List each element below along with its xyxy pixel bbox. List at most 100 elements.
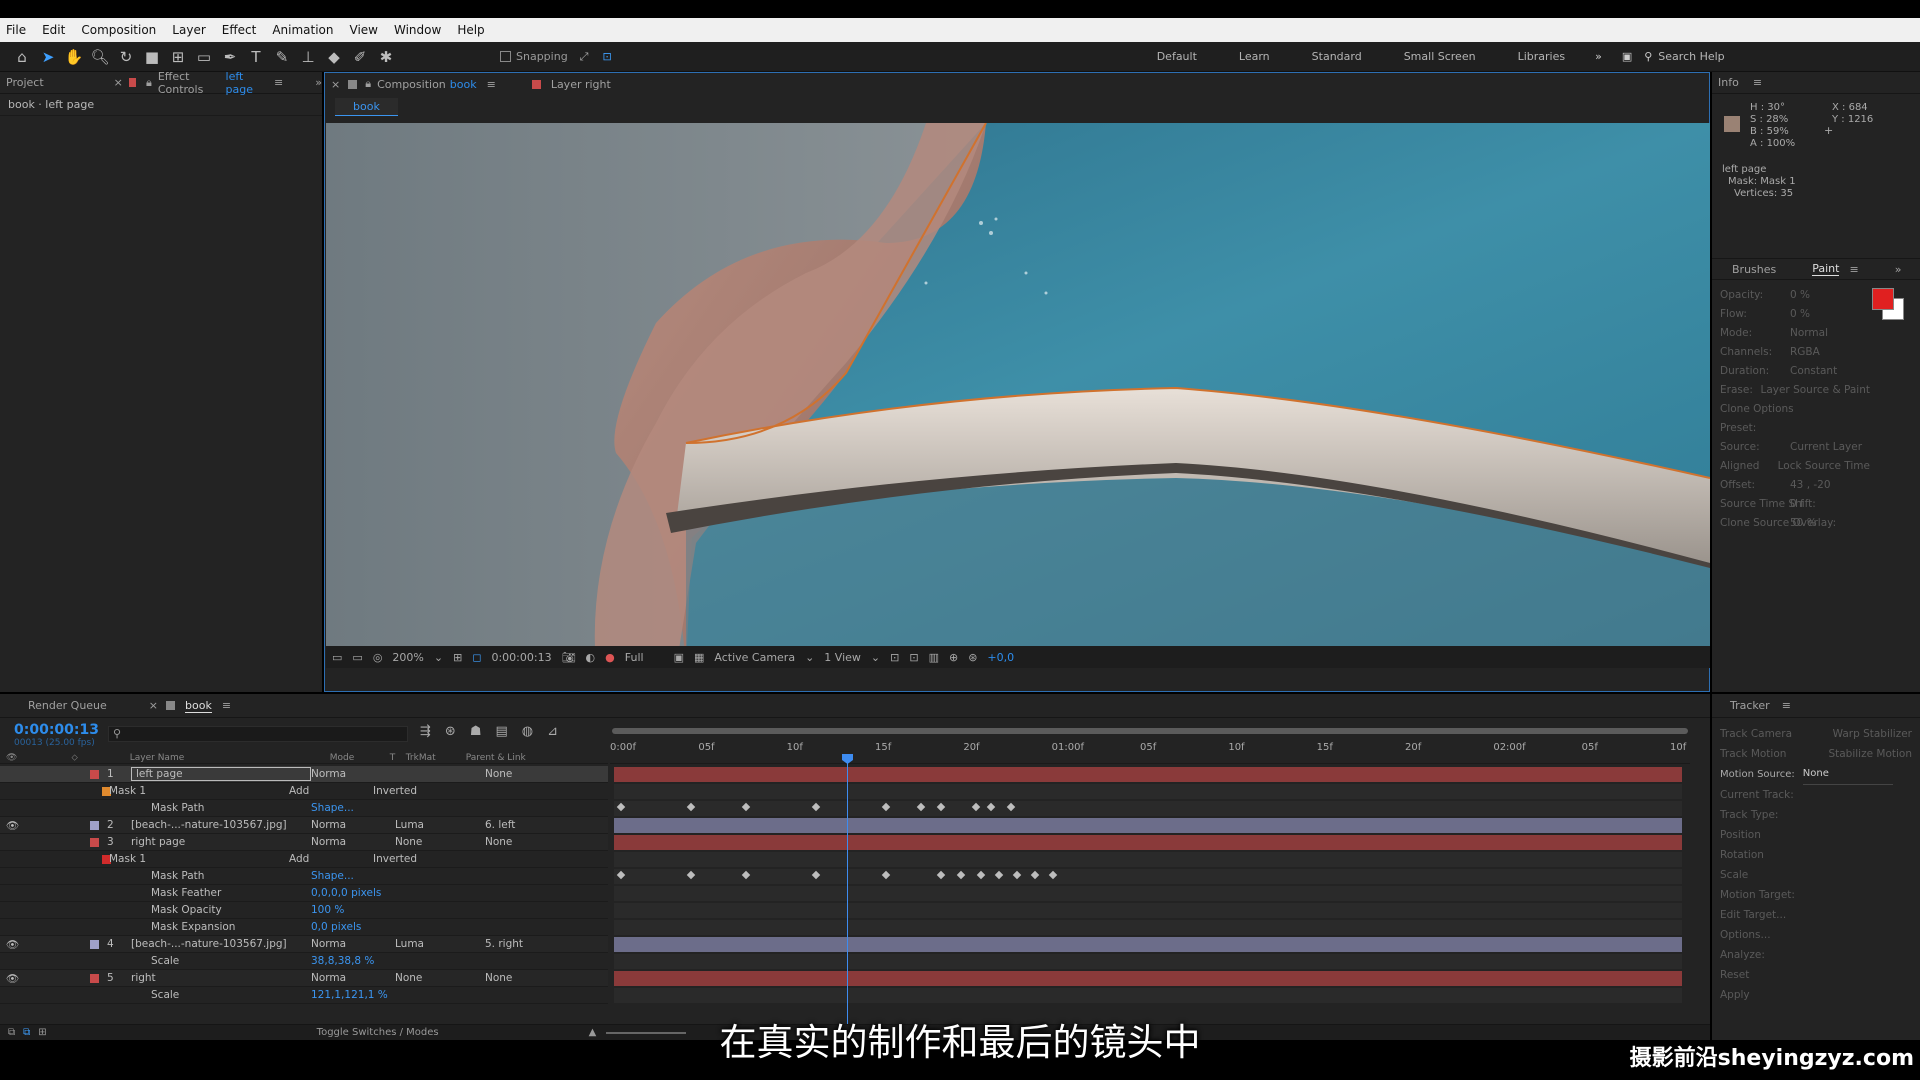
layer-name[interactable]: left page [131, 767, 311, 781]
col-mode[interactable]: Mode [330, 753, 390, 763]
roto-brush-tool-icon[interactable]: ✐ [348, 46, 372, 68]
panel-menu-icon[interactable]: ≡ [1753, 76, 1762, 89]
stabilize-motion-button[interactable]: Stabilize Motion [1828, 744, 1912, 764]
trkmat-dropdown[interactable]: None [395, 836, 465, 848]
menu-file[interactable]: File [6, 23, 26, 37]
selection-tool-icon[interactable]: ➤ [36, 46, 60, 68]
workspace-learn[interactable]: Learn [1239, 50, 1270, 63]
paint-option-value[interactable]: Constant [1790, 362, 1837, 381]
property-row[interactable]: Mask Expansion 0,0 pixels [0, 919, 608, 936]
tracker-option[interactable]: Scale [1720, 865, 1912, 885]
label-icon[interactable]: ⬦ [71, 753, 77, 763]
menu-effect[interactable]: Effect [222, 23, 257, 37]
close-icon[interactable]: × [149, 699, 158, 712]
brush-tool-icon[interactable]: ✎ [270, 46, 294, 68]
paint-option-value[interactable]: 43 , -20 [1790, 476, 1831, 495]
region-of-interest-icon[interactable]: ▣ [674, 651, 684, 664]
tab-layer[interactable]: Layer right [551, 78, 611, 91]
layer-duration-bar[interactable] [614, 818, 1682, 833]
lock-icon[interactable]: 🔒︎ [146, 76, 152, 90]
hand-tool-icon[interactable]: ✋ [62, 46, 86, 68]
always-preview-icon[interactable]: ▭ [332, 651, 342, 664]
eye-icon[interactable]: 👁︎ [0, 938, 60, 951]
close-icon[interactable]: × [114, 76, 123, 89]
label-color-chip[interactable] [90, 769, 99, 779]
tracker-option[interactable]: Apply [1720, 985, 1912, 1005]
layer-row[interactable]: 👁︎ 4 [beach-...-nature-103567.jpg] Norma Lum… [0, 936, 608, 953]
vr-icon[interactable]: ◎ [373, 651, 383, 664]
expand-panels-icon[interactable]: » [315, 76, 322, 89]
mask-row[interactable]: Mask 1 Add Inverted [0, 783, 608, 800]
show-snapshot-icon[interactable]: ◐ [586, 651, 596, 664]
tracker-option[interactable]: Reset [1720, 965, 1912, 985]
menu-animation[interactable]: Animation [272, 23, 333, 37]
time-ruler[interactable]: 0:00f 05f 10f 15f 20f 01:00f 05f 10f 15f 20f 02:00… [610, 724, 1690, 764]
menu-help[interactable]: Help [457, 23, 484, 37]
monitor-icon[interactable]: ▭ [352, 651, 362, 664]
layer-duration-bar[interactable] [614, 937, 1682, 952]
tab-info[interactable]: Info [1718, 76, 1739, 89]
label-color-chip[interactable] [90, 804, 99, 813]
layer-name[interactable]: right page [131, 836, 311, 848]
eraser-tool-icon[interactable]: ◆ [322, 46, 346, 68]
workspace-libraries[interactable]: Libraries [1518, 50, 1566, 63]
tab-brushes[interactable]: Brushes [1732, 263, 1776, 276]
tab-composition[interactable]: Composition [377, 78, 446, 91]
eye-icon[interactable]: 👁︎ [0, 972, 60, 985]
frame-blending-icon[interactable]: ▤ [495, 724, 507, 739]
layer-name[interactable]: Mask Expansion [131, 921, 311, 933]
mode-dropdown[interactable]: Add [289, 785, 373, 797]
label-color-chip[interactable] [90, 991, 99, 1000]
paint-option-value[interactable]: 50 % [1790, 514, 1817, 533]
tracker-option[interactable]: Options... [1720, 925, 1912, 945]
transparency-grid-icon[interactable]: ▦ [694, 651, 704, 664]
property-value[interactable]: 38,8,38,8 % [311, 955, 395, 967]
close-icon[interactable]: × [331, 78, 340, 91]
mode-dropdown[interactable]: Norma [311, 819, 395, 831]
panel-menu-icon[interactable]: ≡ [487, 78, 496, 91]
warp-stabilizer-button[interactable]: Warp Stabilizer [1833, 724, 1912, 744]
channel-icon[interactable]: ● [605, 651, 615, 664]
parent-link-dropdown[interactable]: None [465, 972, 512, 984]
rotate-tool-icon[interactable]: ↻ [114, 46, 138, 68]
draft-3d-icon[interactable]: ⊛ [445, 724, 456, 739]
workspace-small-screen[interactable]: Small Screen [1404, 50, 1476, 63]
panel-menu-icon[interactable]: ≡ [1849, 263, 1858, 276]
property-value[interactable]: 0,0,0,0 pixels [311, 887, 395, 899]
paint-option-value[interactable]: 0 % [1790, 305, 1810, 324]
parent-link-dropdown[interactable]: 5. right [465, 938, 523, 950]
grid-guide-icon[interactable]: ⊞ [453, 651, 462, 664]
layer-row[interactable]: 1 left page Norma None [0, 766, 608, 783]
paint-option-value[interactable]: Normal [1790, 324, 1828, 343]
tracker-option[interactable]: Position [1720, 825, 1912, 845]
search-help-input[interactable]: Search Help [1658, 50, 1808, 63]
effect-controls-target[interactable]: left page [226, 70, 265, 96]
tracker-option[interactable]: Edit Target... [1720, 905, 1912, 925]
property-value[interactable]: 100 % [311, 904, 395, 916]
view-layout-dropdown[interactable]: 1 View [824, 651, 861, 664]
pen-tool-icon[interactable]: ✒ [218, 46, 242, 68]
property-value[interactable]: Shape... [311, 802, 395, 814]
mask-inverted-checkbox[interactable]: Inverted [373, 853, 443, 865]
panel-menu-icon[interactable]: ≡ [1782, 699, 1791, 712]
parent-link-dropdown[interactable]: None [465, 768, 512, 780]
type-tool-icon[interactable]: T [244, 46, 268, 68]
reset-exposure-icon[interactable]: ⊛ [968, 651, 977, 664]
menu-composition[interactable]: Composition [81, 23, 156, 37]
motion-source-dropdown[interactable]: None [1802, 764, 1893, 785]
label-color-chip[interactable] [90, 837, 99, 847]
snapping-checkbox[interactable] [500, 51, 511, 62]
workspace-overflow-icon[interactable]: » [1595, 50, 1602, 63]
menu-window[interactable]: Window [394, 23, 441, 37]
parent-link-dropdown[interactable]: 6. left [465, 819, 515, 831]
layer-name[interactable]: Scale [131, 955, 311, 967]
layer-duration-bar[interactable] [614, 835, 1682, 850]
mode-dropdown[interactable]: Norma [311, 768, 395, 780]
label-color-chip[interactable] [90, 957, 99, 966]
tracker-option[interactable]: Motion Target: [1720, 885, 1912, 905]
label-color-chip[interactable] [90, 872, 99, 881]
trkmat-dropdown[interactable]: Luma [395, 819, 465, 831]
panel-menu-icon[interactable]: ≡ [274, 76, 283, 89]
mode-dropdown[interactable]: Norma [311, 972, 395, 984]
layer-name[interactable]: Mask Opacity [131, 904, 311, 916]
